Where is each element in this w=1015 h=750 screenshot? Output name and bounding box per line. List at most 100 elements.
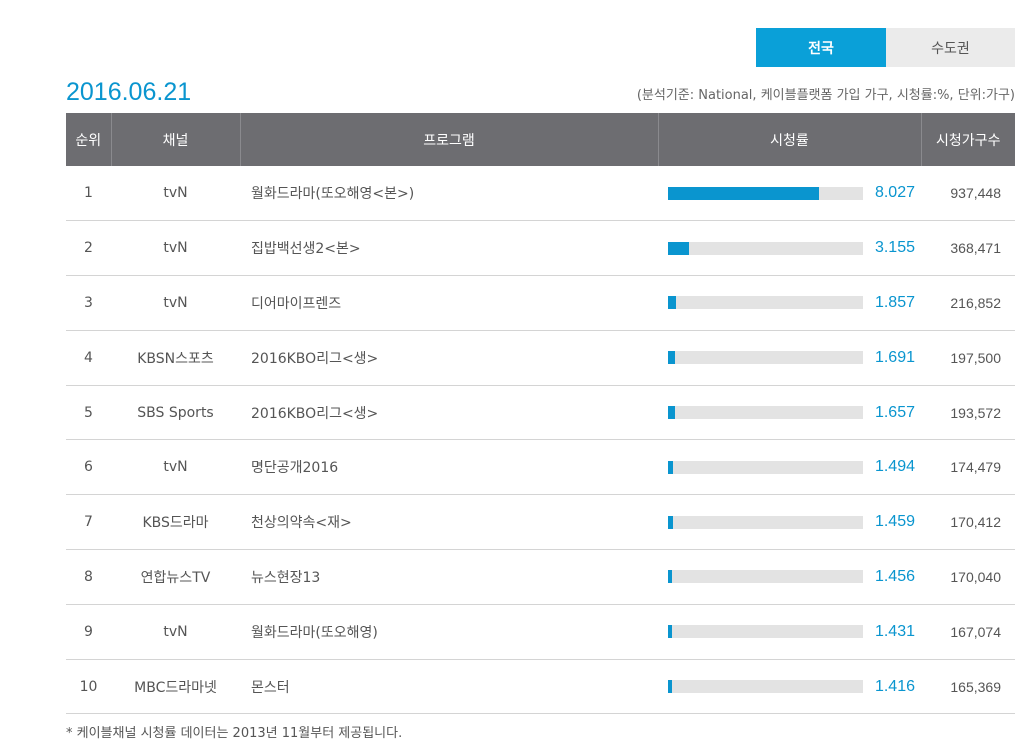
header-rank: 순위 — [66, 113, 112, 166]
program-cell: 집밥백선생2<본> — [240, 220, 658, 277]
rating-bar-fill — [668, 460, 674, 474]
rating-bar-fill — [668, 570, 673, 584]
rating-bar-track — [668, 406, 863, 420]
program-cell: 디어마이프렌즈 — [240, 275, 658, 331]
households-cell: 197,500 — [921, 330, 1015, 386]
rating-bar-track — [668, 241, 863, 255]
table-row: 6 tvN 명단공개2016 1.494 174,479 — [66, 439, 1015, 496]
rank-cell: 2 — [66, 220, 111, 277]
rating-value: 1.416 — [874, 677, 915, 695]
channel-cell: MBC드라마넷 — [111, 659, 240, 715]
tab-capital-area[interactable]: 수도권 — [886, 28, 1015, 67]
households-cell: 170,412 — [921, 494, 1015, 551]
channel-cell: tvN — [111, 604, 240, 660]
table-row: 2 tvN 집밥백선생2<본> 3.155 368,471 — [66, 220, 1015, 277]
rating-value: 8.027 — [874, 184, 915, 202]
rating-bar-fill — [668, 351, 675, 365]
channel-cell: SBS Sports — [111, 385, 240, 441]
channel-cell: KBSN스포츠 — [111, 330, 240, 386]
channel-cell: tvN — [111, 166, 240, 222]
table-row: 3 tvN 디어마이프렌즈 1.857 216,852 — [66, 275, 1015, 331]
table-row: 9 tvN 월화드라마(또오해영) 1.431 167,074 — [66, 604, 1015, 660]
program-cell: 2016KBO리그<생> — [240, 330, 658, 386]
table-row: 1 tvN 월화드라마(또오해영<본>) 8.027 937,448 — [66, 166, 1015, 222]
rank-cell: 1 — [66, 166, 111, 222]
rating-value: 1.691 — [874, 348, 915, 366]
rating-cell: 1.657 — [658, 385, 921, 441]
households-cell: 167,074 — [921, 604, 1015, 660]
header-rating: 시청률 — [658, 113, 922, 166]
rating-bar-fill — [668, 680, 672, 694]
rating-value: 3.155 — [874, 239, 915, 257]
rating-cell: 1.459 — [658, 494, 921, 551]
rating-cell: 8.027 — [658, 166, 921, 222]
rating-cell: 1.416 — [658, 659, 921, 715]
header-program: 프로그램 — [240, 113, 659, 166]
households-cell: 165,369 — [921, 659, 1015, 715]
footnote: * 케이블채널 시청률 데이터는 2013년 11월부터 제공됩니다. — [66, 726, 403, 741]
table-row: 7 KBS드라마 천상의약속<재> 1.459 170,412 — [66, 494, 1015, 551]
channel-cell: tvN — [111, 220, 240, 277]
rating-bar-track — [668, 515, 863, 529]
rank-cell: 6 — [66, 439, 111, 496]
table-row: 5 SBS Sports 2016KBO리그<생> 1.657 193,572 — [66, 385, 1015, 441]
program-cell: 뉴스현장13 — [240, 549, 658, 605]
households-cell: 174,479 — [921, 439, 1015, 496]
rating-bar-fill — [668, 406, 675, 420]
households-cell: 170,040 — [921, 549, 1015, 605]
rating-cell: 3.155 — [658, 220, 921, 277]
table-row: 10 MBC드라마넷 몬스터 1.416 165,369 — [66, 659, 1015, 715]
rating-bar-fill — [668, 186, 820, 200]
rank-cell: 5 — [66, 385, 111, 441]
channel-cell: 연합뉴스TV — [111, 549, 240, 605]
rating-value: 1.459 — [874, 513, 915, 531]
region-tabs: 전국 수도권 — [756, 28, 1015, 67]
program-cell: 2016KBO리그<생> — [240, 385, 658, 441]
rating-bar-track — [668, 460, 863, 474]
rating-bar-track — [668, 625, 863, 639]
rating-value: 1.857 — [874, 293, 915, 311]
table-row: 4 KBSN스포츠 2016KBO리그<생> 1.691 197,500 — [66, 330, 1015, 386]
rating-cell: 1.431 — [658, 604, 921, 660]
rank-cell: 7 — [66, 494, 111, 551]
ratings-date: 2016.06.21 — [66, 78, 192, 106]
analysis-criteria: (분석기준: National, 케이블플랫폼 가입 가구, 시청률:%, 단위… — [636, 88, 1015, 103]
rating-bar-fill — [668, 296, 676, 310]
rating-value: 1.494 — [874, 458, 915, 476]
rank-cell: 8 — [66, 549, 111, 605]
households-cell: 216,852 — [921, 275, 1015, 331]
rating-bar-fill — [668, 515, 674, 529]
header-households: 시청가구수 — [921, 113, 1015, 166]
rank-cell: 4 — [66, 330, 111, 386]
rank-cell: 9 — [66, 604, 111, 660]
program-cell: 월화드라마(또오해영<본>) — [240, 166, 658, 222]
rating-bar-fill — [668, 241, 690, 255]
program-cell: 몬스터 — [240, 659, 658, 715]
rating-value: 1.657 — [874, 403, 915, 421]
channel-cell: KBS드라마 — [111, 494, 240, 551]
households-cell: 937,448 — [921, 166, 1015, 222]
table-row: 8 연합뉴스TV 뉴스현장13 1.456 170,040 — [66, 549, 1015, 605]
channel-cell: tvN — [111, 439, 240, 496]
households-cell: 368,471 — [921, 220, 1015, 277]
program-cell: 월화드라마(또오해영) — [240, 604, 658, 660]
rating-bar-track — [668, 186, 863, 200]
rating-bar-fill — [668, 625, 673, 639]
program-cell: 천상의약속<재> — [240, 494, 658, 551]
rating-bar-track — [668, 680, 863, 694]
tab-national[interactable]: 전국 — [756, 28, 886, 67]
rating-cell: 1.857 — [658, 275, 921, 331]
rating-bar-track — [668, 570, 863, 584]
rating-value: 1.431 — [874, 622, 915, 640]
table-header-row: 순위 채널 프로그램 시청률 시청가구수 — [66, 113, 1015, 166]
households-cell: 193,572 — [921, 385, 1015, 441]
header-channel: 채널 — [111, 113, 241, 166]
rank-cell: 3 — [66, 275, 111, 331]
rating-cell: 1.691 — [658, 330, 921, 386]
rank-cell: 10 — [66, 659, 111, 715]
rating-bar-track — [668, 351, 863, 365]
program-cell: 명단공개2016 — [240, 439, 658, 496]
channel-cell: tvN — [111, 275, 240, 331]
rating-value: 1.456 — [874, 567, 915, 585]
ratings-table: 순위 채널 프로그램 시청률 시청가구수 1 tvN 월화드라마(또오해영<본>) 8… — [66, 113, 1015, 715]
